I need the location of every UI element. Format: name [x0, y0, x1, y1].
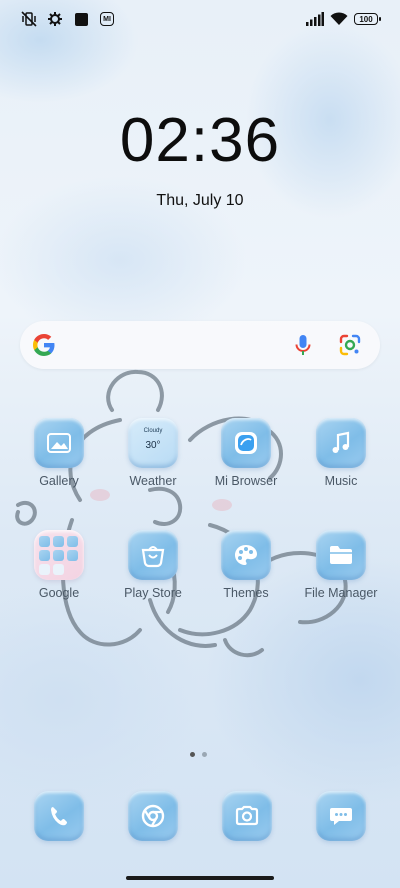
dock-messages[interactable]	[316, 791, 366, 841]
mi-icon: MI	[98, 10, 116, 28]
app-label: Weather	[129, 474, 177, 488]
google-search-bar[interactable]	[20, 321, 380, 369]
app-mi-browser[interactable]: Mi Browser	[199, 418, 293, 488]
app-label: Play Store	[124, 586, 182, 600]
folder-app-icon	[53, 564, 64, 575]
app-music[interactable]: Music	[294, 418, 388, 488]
app-label: Music	[324, 474, 358, 488]
weather-condition: Cloudy	[143, 428, 163, 434]
status-left: MI	[20, 10, 116, 28]
settings-gear-icon	[46, 10, 64, 28]
app-label: Gallery	[39, 474, 79, 488]
folder-icon	[34, 530, 84, 580]
weather-icon: Cloudy 30°	[128, 418, 178, 468]
signal-icon	[306, 10, 324, 28]
app-label: Google	[38, 586, 80, 600]
dock-camera[interactable]	[222, 791, 272, 841]
google-lens-icon[interactable]	[338, 333, 362, 357]
wallpaper-mascot	[15, 369, 348, 658]
dock-chrome[interactable]	[128, 791, 178, 841]
status-bar: MI 100	[0, 0, 400, 38]
folder-app-icon	[39, 550, 50, 561]
chrome-icon	[141, 804, 165, 828]
app-gallery[interactable]: Gallery	[12, 418, 106, 488]
clock-date[interactable]: Thu, July 10	[0, 192, 400, 210]
folder-app-icon	[67, 550, 78, 561]
app-label: File Manager	[304, 586, 378, 600]
battery-icon: 100	[354, 13, 381, 25]
page-dot-active	[190, 752, 195, 757]
folder-app-icon	[39, 564, 50, 575]
folder-app-icon	[67, 536, 78, 547]
phone-icon	[51, 807, 67, 826]
vibrate-off-icon	[20, 10, 38, 28]
dock-phone[interactable]	[34, 791, 84, 841]
app-label: Mi Browser	[214, 474, 278, 488]
page-dot	[202, 752, 207, 757]
app-play-store[interactable]: Play Store	[106, 530, 200, 600]
music-icon	[316, 418, 366, 468]
folder-app-icon	[53, 550, 64, 561]
play-store-icon	[128, 530, 178, 580]
app-weather[interactable]: Cloudy 30° Weather	[106, 418, 200, 488]
file-manager-icon	[316, 530, 366, 580]
google-logo-icon	[33, 334, 55, 356]
themes-icon	[221, 530, 271, 580]
status-right: 100	[306, 10, 381, 28]
app-file-manager[interactable]: File Manager	[294, 530, 388, 600]
battery-level: 100	[359, 14, 373, 24]
gallery-icon	[34, 418, 84, 468]
messages-icon	[330, 808, 352, 825]
camera-icon	[235, 805, 259, 826]
mic-icon[interactable]	[292, 333, 314, 357]
browser-icon	[221, 418, 271, 468]
page-indicator[interactable]	[190, 752, 207, 757]
app-label: Themes	[223, 586, 269, 600]
home-gesture-bar[interactable]	[126, 876, 274, 880]
app-google-folder[interactable]: Google	[12, 530, 106, 600]
wifi-icon	[330, 10, 348, 28]
square-notification-icon	[72, 10, 90, 28]
weather-temperature: 30°	[145, 440, 161, 451]
app-themes[interactable]: Themes	[199, 530, 293, 600]
clock-time[interactable]: 02:36	[0, 105, 400, 176]
folder-app-icon	[39, 536, 50, 547]
folder-app-icon	[53, 536, 64, 547]
